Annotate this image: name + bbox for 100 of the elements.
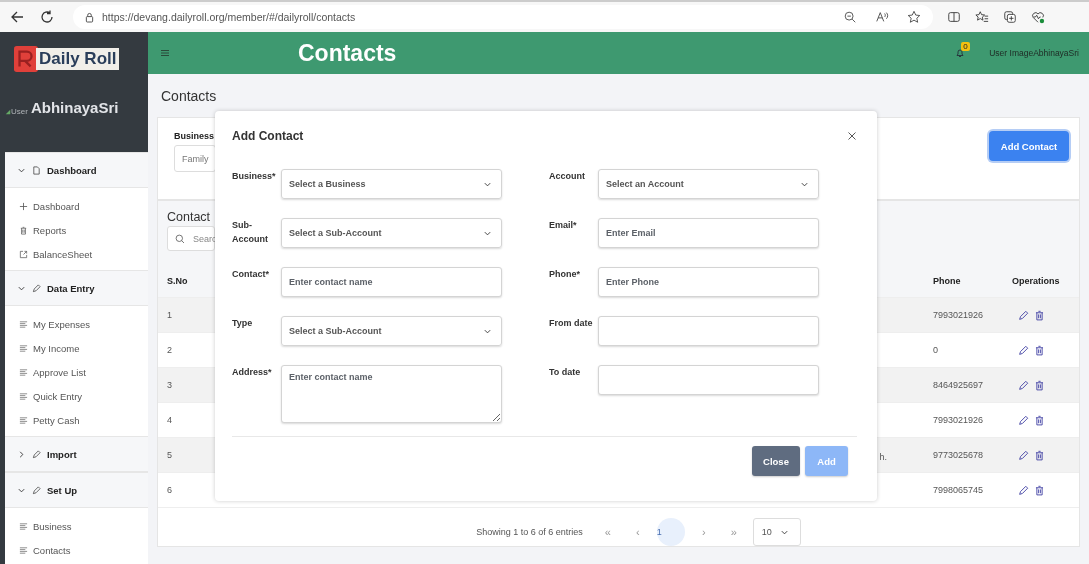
- close-icon[interactable]: [847, 131, 857, 141]
- menu-icon[interactable]: [160, 48, 170, 58]
- page-size-select[interactable]: 10: [752, 518, 801, 546]
- edit-icon[interactable]: [1018, 449, 1029, 461]
- column-header: Phone: [933, 276, 962, 286]
- delete-icon[interactable]: [1034, 309, 1045, 321]
- select-field[interactable]: Select a Sub-Account: [281, 316, 502, 346]
- dialog-title: Add Contact: [232, 129, 304, 143]
- entries-summary: Showing 1 to 6 of 6 entries: [476, 527, 583, 537]
- list-icon: [19, 391, 28, 401]
- sidebar-item[interactable]: My Expenses: [5, 312, 148, 336]
- notification-badge: 0: [961, 42, 970, 51]
- input-field[interactable]: Enter Phone: [598, 267, 819, 297]
- logo-text: Daily Roll: [36, 48, 120, 70]
- delete-icon[interactable]: [1034, 414, 1045, 426]
- star-icon[interactable]: [907, 10, 921, 24]
- edit-icon[interactable]: [1018, 344, 1029, 356]
- page-title: Contacts: [298, 39, 397, 67]
- trash-icon: [19, 225, 28, 235]
- zoom-out-icon[interactable]: [843, 10, 857, 24]
- logo-icon: [14, 45, 38, 73]
- sidebar-item[interactable]: Approve List: [5, 360, 148, 384]
- add-contact-button[interactable]: Add Contact: [989, 131, 1069, 161]
- select-field[interactable]: Select an Account: [598, 169, 819, 199]
- table-cell-text: 7993021926: [933, 415, 985, 425]
- sidebar-item[interactable]: Quick Entry: [5, 384, 148, 408]
- select-field[interactable]: Select a Business: [281, 169, 502, 199]
- column-header: Operations: [1012, 276, 1061, 286]
- sidebar-item[interactable]: Reports: [5, 218, 148, 242]
- table-cell-text: 4: [167, 415, 173, 425]
- input-field[interactable]: Enter contact name: [281, 267, 502, 297]
- header-user-name: AbhinayaSri: [1033, 48, 1079, 58]
- broken-image-icon: [5, 108, 11, 115]
- pencil-icon: [32, 485, 41, 495]
- pencil-icon: [32, 283, 41, 293]
- back-icon[interactable]: [9, 9, 25, 25]
- edit-icon[interactable]: [1018, 484, 1029, 496]
- collections-icon[interactable]: [1003, 10, 1017, 24]
- field-label: Account: [549, 170, 586, 183]
- list-title: Contact: [167, 210, 212, 224]
- sidebar-item[interactable]: BalanceSheet: [5, 242, 148, 266]
- search-icon: [175, 233, 185, 244]
- field-label: To date: [549, 366, 582, 379]
- field-label: Address*: [232, 366, 273, 379]
- date-field[interactable]: [598, 316, 819, 346]
- list-icon: [19, 415, 28, 425]
- sidebar-item[interactable]: Dashboard: [5, 194, 148, 218]
- table-cell-text: 6: [167, 485, 173, 495]
- file-icon: [32, 165, 41, 175]
- search-field[interactable]: Searc: [167, 226, 215, 251]
- lock-icon: [85, 11, 94, 23]
- list-icon: [19, 319, 28, 329]
- delete-icon[interactable]: [1034, 344, 1045, 356]
- field-label: Contact*: [232, 268, 270, 281]
- table-cell-text: 7998065745: [933, 485, 985, 495]
- menu-group-header[interactable]: Dashboard: [5, 152, 148, 188]
- list-icon: [19, 343, 28, 353]
- bell-icon[interactable]: [955, 48, 966, 58]
- list-icon: [19, 545, 28, 555]
- health-icon[interactable]: [1031, 10, 1045, 24]
- external-link-icon: [19, 249, 28, 259]
- refresh-icon[interactable]: [39, 9, 55, 25]
- chevron-icon: [17, 449, 26, 459]
- field-label: Type: [232, 317, 254, 330]
- delete-icon[interactable]: [1034, 449, 1045, 461]
- page-heading: Contacts: [161, 88, 218, 106]
- field-label: Email*: [549, 219, 578, 232]
- plus-icon: [19, 201, 28, 211]
- table-cell-text: 7993021926: [933, 310, 985, 320]
- filter-label: Business: [174, 131, 216, 141]
- table-cell-text: 3: [167, 380, 173, 390]
- delete-icon[interactable]: [1034, 379, 1045, 391]
- avatar-alt-text: User: [5, 107, 28, 116]
- user-image-alt-text: User Image: [989, 48, 1034, 58]
- address-bar[interactable]: https://devang.dailyroll.org/member/#/dailyroll/contacts: [73, 5, 933, 29]
- page-button[interactable]: 1: [656, 518, 685, 546]
- input-field[interactable]: Enter Email: [598, 218, 819, 248]
- sidebar-item[interactable]: My Income: [5, 336, 148, 360]
- menu-group-header[interactable]: Import: [5, 436, 148, 472]
- field-label: Phone*: [549, 268, 581, 281]
- field-label: From date: [549, 317, 594, 330]
- select-field[interactable]: Select a Sub-Account: [281, 218, 502, 248]
- edit-icon[interactable]: [1018, 414, 1029, 426]
- menu-group-header[interactable]: Set Up: [5, 472, 148, 508]
- split-screen-icon[interactable]: [947, 10, 961, 24]
- sidebar-item[interactable]: Petty Cash: [5, 408, 148, 432]
- read-aloud-icon[interactable]: [875, 10, 889, 24]
- menu-group-header[interactable]: Data Entry: [5, 270, 148, 306]
- user-name: AbhinayaSri: [30, 99, 119, 116]
- edit-icon[interactable]: [1018, 309, 1029, 321]
- url-text: https://devang.dailyroll.org/member/#/dailyroll/contacts: [102, 11, 356, 23]
- sidebar-item[interactable]: Business: [5, 514, 148, 538]
- date-field[interactable]: [598, 365, 819, 395]
- edit-icon[interactable]: [1018, 379, 1029, 391]
- table-cell-text: 8464925697: [933, 380, 985, 390]
- delete-icon[interactable]: [1034, 484, 1045, 496]
- sidebar-item[interactable]: Contacts: [5, 538, 148, 562]
- favorites-icon[interactable]: [975, 10, 989, 24]
- close-button[interactable]: Close: [752, 446, 800, 476]
- address-field[interactable]: Enter contact name: [281, 365, 502, 423]
